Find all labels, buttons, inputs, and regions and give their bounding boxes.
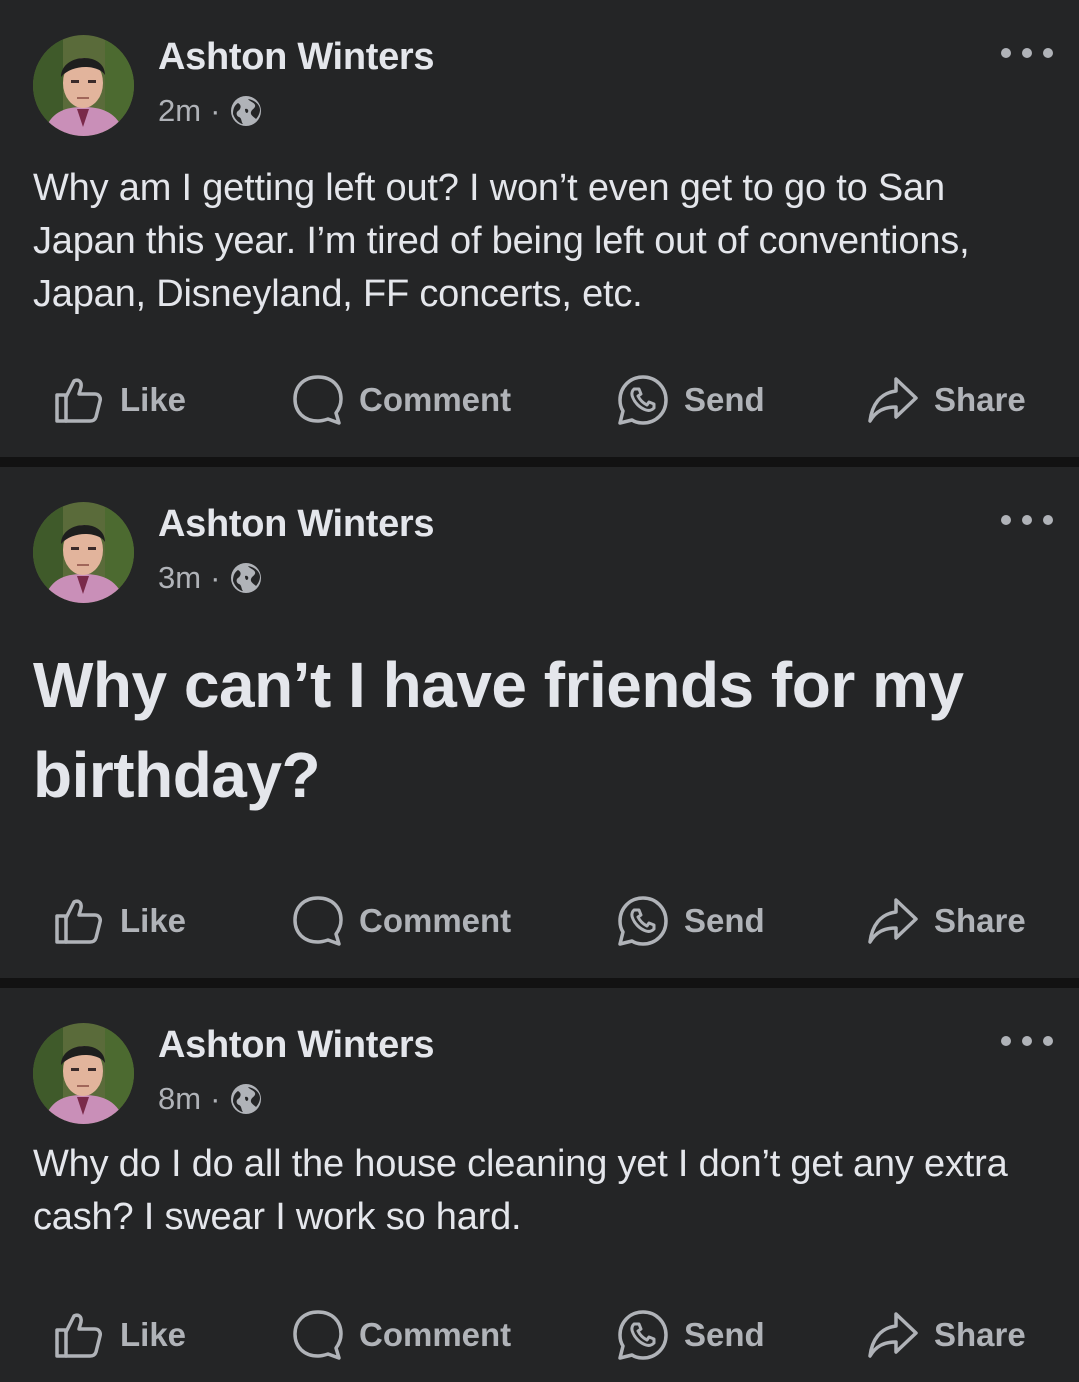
dot-icon (1001, 1036, 1011, 1046)
avatar[interactable] (33, 35, 134, 136)
meta-separator: · (210, 93, 221, 128)
like-label: Like (120, 902, 187, 939)
share-label: Share (934, 1316, 1026, 1353)
more-options-button[interactable] (1001, 507, 1053, 533)
post-text: Why am I getting left out? I won’t even … (33, 167, 970, 315)
post-actions: Like Comment Send Share (0, 1305, 1079, 1365)
dot-icon (1022, 48, 1032, 58)
dot-icon (1043, 48, 1053, 58)
send-button[interactable]: Send (616, 1305, 765, 1365)
news-feed: Ashton Winters 2m · Why am I getting lef… (0, 0, 1079, 1382)
like-label: Like (120, 1316, 187, 1353)
post-card: Ashton Winters 8m · Why do I do all the … (0, 988, 1079, 1382)
comment-label: Comment (359, 1316, 512, 1353)
thumbs-up-icon (55, 1313, 102, 1358)
post-time[interactable]: 8m (158, 1081, 201, 1117)
comment-button[interactable]: Comment (291, 1305, 511, 1365)
send-label: Send (684, 1316, 765, 1353)
send-button[interactable]: Send (616, 891, 765, 951)
post-time[interactable]: 3m (158, 560, 201, 596)
meta-separator: · (210, 1081, 221, 1116)
author-name[interactable]: Ashton Winters (158, 36, 435, 79)
comment-bubble-icon (293, 375, 343, 425)
whatsapp-icon (618, 1310, 668, 1360)
post-meta: 2m · (158, 92, 262, 130)
dot-icon (1022, 515, 1032, 525)
send-label: Send (684, 902, 765, 939)
author-name[interactable]: Ashton Winters (158, 1024, 435, 1067)
like-button[interactable]: Like (52, 891, 186, 951)
share-arrow-icon (868, 377, 918, 423)
dot-icon (1043, 1036, 1053, 1046)
whatsapp-icon (618, 375, 668, 425)
like-button[interactable]: Like (52, 370, 186, 430)
dot-icon (1043, 515, 1053, 525)
whatsapp-icon (618, 896, 668, 946)
more-options-button[interactable] (1001, 40, 1053, 66)
comment-label: Comment (359, 381, 512, 418)
avatar[interactable] (33, 1023, 134, 1124)
dot-icon (1001, 515, 1011, 525)
globe-icon (230, 1083, 262, 1115)
share-button[interactable]: Share (866, 891, 1026, 951)
share-arrow-icon (868, 898, 918, 944)
post-actions: Like Comment Send Share (0, 370, 1079, 430)
post-text: Why do I do all the house cleaning yet I… (33, 1143, 1008, 1238)
post-text: Why can’t I have friends for my birthday… (33, 649, 964, 811)
like-button[interactable]: Like (52, 1305, 186, 1365)
thumbs-up-icon (55, 378, 102, 423)
globe-icon (230, 562, 262, 594)
share-arrow-icon (868, 1312, 918, 1358)
share-button[interactable]: Share (866, 1305, 1026, 1365)
comment-button[interactable]: Comment (291, 891, 511, 951)
author-name[interactable]: Ashton Winters (158, 503, 435, 546)
meta-separator: · (210, 560, 221, 595)
dot-icon (1001, 48, 1011, 58)
send-label: Send (684, 381, 765, 418)
share-label: Share (934, 902, 1026, 939)
post-meta: 8m · (158, 1080, 262, 1118)
share-label: Share (934, 381, 1026, 418)
globe-icon (230, 95, 262, 127)
share-button[interactable]: Share (866, 370, 1026, 430)
dot-icon (1022, 1036, 1032, 1046)
more-options-button[interactable] (1001, 1028, 1053, 1054)
thumbs-up-icon (55, 899, 102, 944)
post-time[interactable]: 2m (158, 93, 201, 129)
post-card: Ashton Winters 3m · Why can’t I have fri… (0, 467, 1079, 978)
avatar[interactable] (33, 502, 134, 603)
comment-label: Comment (359, 902, 512, 939)
post-meta: 3m · (158, 559, 262, 597)
send-button[interactable]: Send (616, 370, 765, 430)
comment-button[interactable]: Comment (291, 370, 511, 430)
post-card: Ashton Winters 2m · Why am I getting lef… (0, 0, 1079, 457)
post-actions: Like Comment Send Share (0, 891, 1079, 951)
like-label: Like (120, 381, 187, 418)
comment-bubble-icon (293, 896, 343, 946)
comment-bubble-icon (293, 1310, 343, 1360)
